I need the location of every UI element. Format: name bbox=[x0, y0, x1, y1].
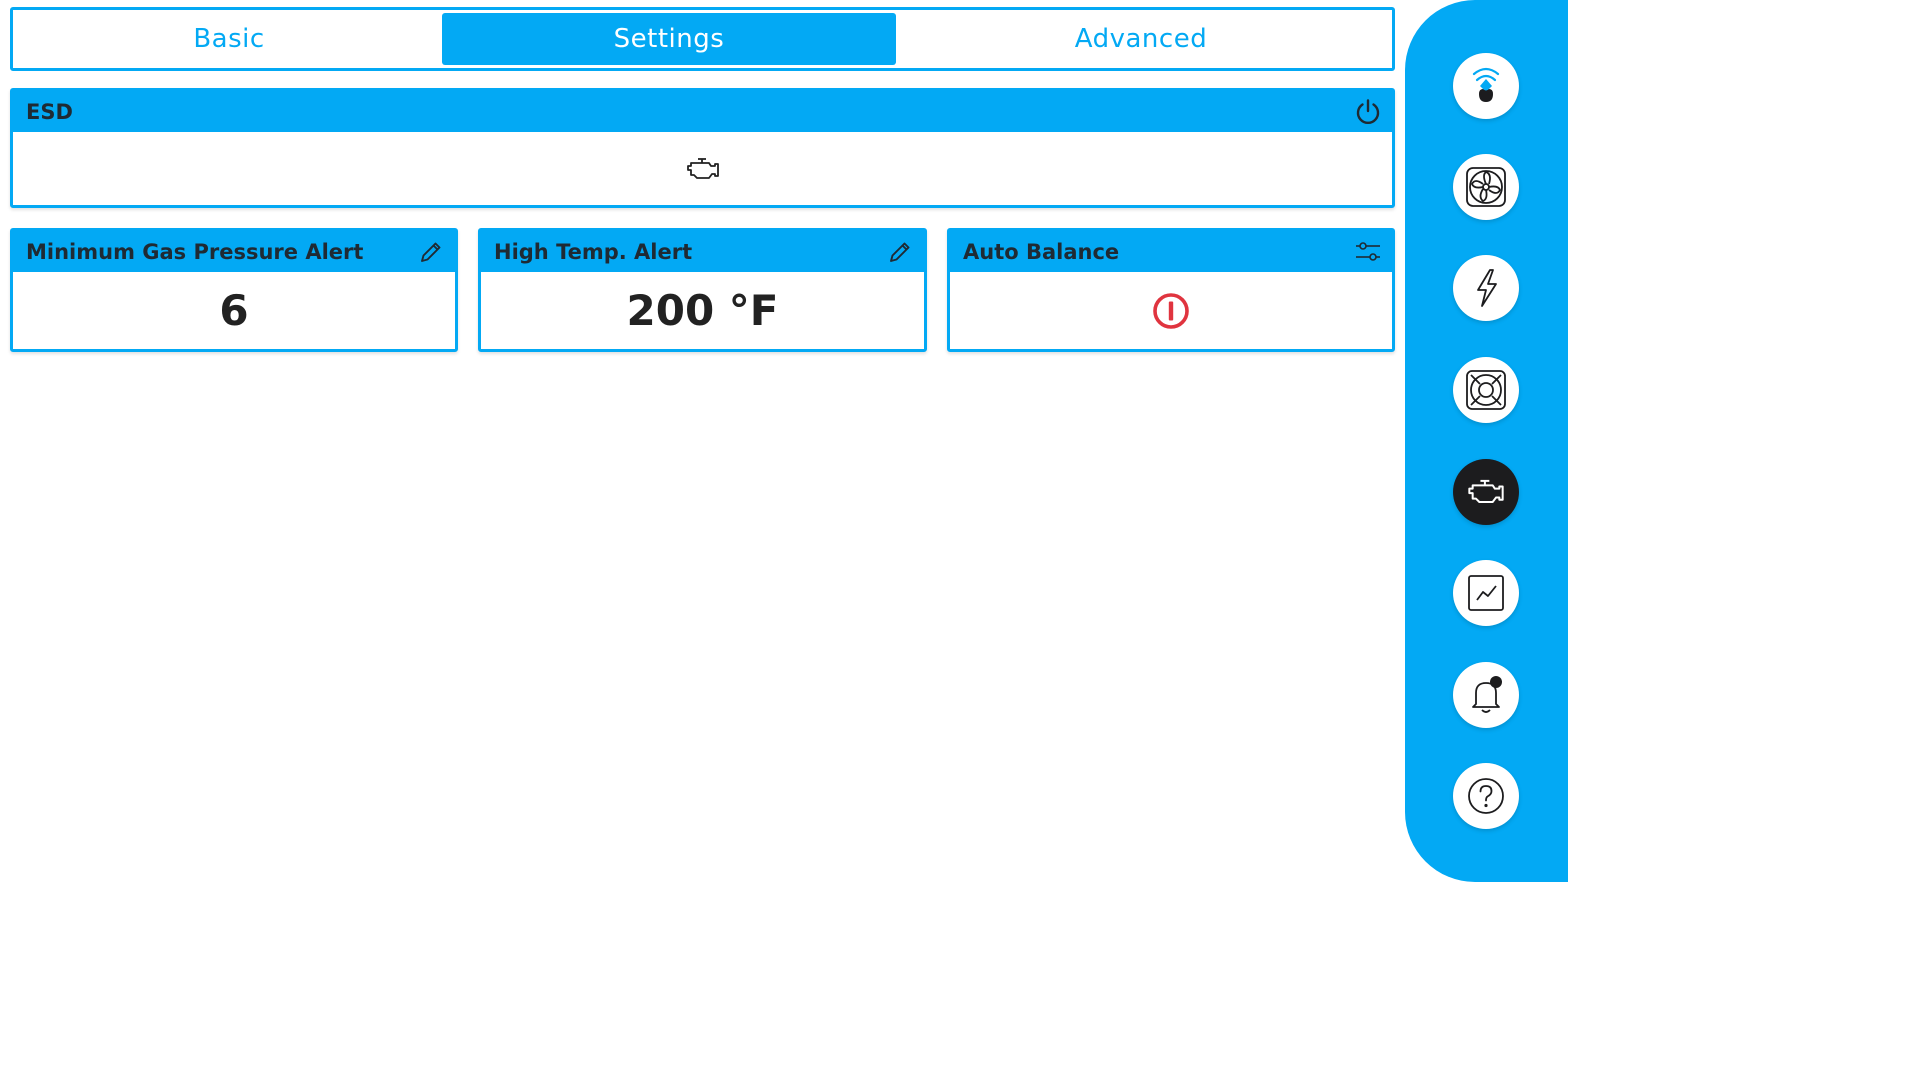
sidebar-item-wifi[interactable] bbox=[1453, 53, 1519, 119]
sidebar-item-radiator[interactable] bbox=[1453, 357, 1519, 423]
engine-icon bbox=[1466, 477, 1506, 507]
min-gas-pressure-header: Minimum Gas Pressure Alert bbox=[13, 231, 455, 272]
tab-basic[interactable]: Basic bbox=[16, 13, 442, 65]
min-gas-pressure-title: Minimum Gas Pressure Alert bbox=[26, 239, 364, 264]
radiator-icon bbox=[1464, 368, 1508, 412]
tab-advanced[interactable]: Advanced bbox=[896, 13, 1386, 65]
help-icon bbox=[1466, 776, 1506, 816]
auto-balance-body bbox=[950, 272, 1392, 349]
high-temp-card: High Temp. Alert 200 °F bbox=[478, 228, 927, 352]
lightning-icon bbox=[1466, 266, 1506, 310]
engine-icon[interactable] bbox=[685, 156, 721, 182]
min-gas-pressure-body: 6 bbox=[13, 272, 455, 349]
pencil-icon[interactable] bbox=[417, 238, 445, 266]
sidebar-item-power[interactable] bbox=[1453, 255, 1519, 321]
high-temp-title: High Temp. Alert bbox=[494, 239, 693, 264]
high-temp-body: 200 °F bbox=[481, 272, 924, 349]
pencil-icon[interactable] bbox=[886, 238, 914, 266]
wifi-drop-icon bbox=[1466, 64, 1506, 108]
fan-icon bbox=[1464, 165, 1508, 209]
auto-balance-title: Auto Balance bbox=[963, 239, 1120, 264]
sidebar-item-chart[interactable] bbox=[1453, 560, 1519, 626]
esd-title: ESD bbox=[26, 99, 73, 124]
high-temp-header: High Temp. Alert bbox=[481, 231, 924, 272]
tab-settings[interactable]: Settings bbox=[442, 13, 896, 65]
esd-card: ESD bbox=[10, 88, 1395, 208]
min-gas-pressure-value: 6 bbox=[219, 286, 249, 335]
sidebar-item-help[interactable] bbox=[1453, 763, 1519, 829]
min-gas-pressure-card: Minimum Gas Pressure Alert 6 bbox=[10, 228, 458, 352]
tab-bar: Basic Settings Advanced bbox=[10, 7, 1395, 71]
bell-icon bbox=[1466, 674, 1506, 716]
auto-balance-card: Auto Balance bbox=[947, 228, 1395, 352]
power-icon[interactable] bbox=[1354, 98, 1382, 126]
power-off-icon[interactable] bbox=[1152, 292, 1190, 330]
sidebar-item-fan[interactable] bbox=[1453, 154, 1519, 220]
high-temp-value: 200 °F bbox=[626, 286, 779, 335]
sidebar bbox=[1405, 0, 1568, 882]
esd-card-body bbox=[13, 132, 1392, 205]
sliders-icon[interactable] bbox=[1354, 238, 1382, 266]
sidebar-item-alerts[interactable] bbox=[1453, 662, 1519, 728]
sidebar-item-engine[interactable] bbox=[1453, 459, 1519, 525]
esd-card-header: ESD bbox=[13, 91, 1392, 132]
auto-balance-header: Auto Balance bbox=[950, 231, 1392, 272]
chart-icon bbox=[1466, 573, 1506, 613]
